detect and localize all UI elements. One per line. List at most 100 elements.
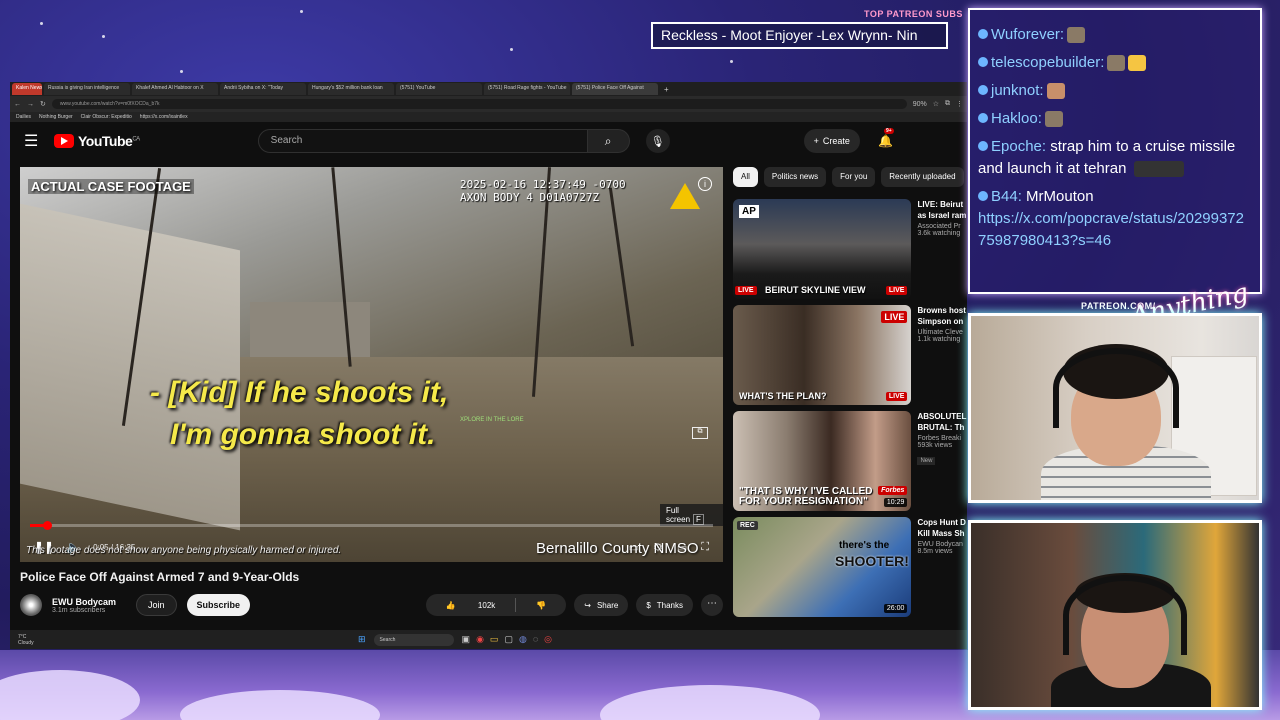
channel-name[interactable]: EWU Bodycam (52, 597, 116, 607)
chat-link[interactable]: https://x.com/popcrave/status/2029937275… (978, 208, 1252, 252)
video-channel[interactable]: Forbes Breaki (917, 435, 967, 442)
steam-icon[interactable]: ◌ (533, 634, 538, 645)
start-icon[interactable]: ⊞ (358, 634, 366, 645)
url-field[interactable]: www.youtube.com/watch?v=m0fXOCDa_b7k (51, 99, 907, 109)
chat-username: B44: (991, 188, 1022, 205)
browser-tab[interactable]: Russia is giving Iran intelligence (44, 83, 130, 95)
video-title-line[interactable]: Browns host (917, 305, 967, 316)
bookmark-item[interactable]: Nothing Burger (39, 114, 73, 120)
video-title-line[interactable]: BRUTAL: Th (917, 422, 967, 433)
emote-icon (1044, 111, 1063, 128)
file-explorer-icon[interactable]: ▭ (490, 634, 499, 645)
live-badge: LIVE (885, 286, 908, 295)
subscribe-button[interactable]: Subscribe (186, 594, 251, 616)
youtube-logo[interactable]: YouTubeCA (54, 133, 140, 149)
browser-tab[interactable]: Andrii Sybiha on X: "Today (220, 83, 306, 95)
chip-recently-uploaded[interactable]: Recently uploaded (881, 167, 964, 187)
forbes-logo: Forbes (878, 486, 908, 495)
discord-icon[interactable]: ◍ (519, 634, 527, 645)
chip-for-you[interactable]: For you (832, 167, 876, 187)
video-title-line[interactable]: Simpson on (917, 316, 967, 327)
search-button[interactable]: ⌕ (587, 129, 630, 153)
miniplayer-icon[interactable]: ⧉ (692, 427, 708, 439)
chip-politics-news[interactable]: Politics news (763, 167, 827, 187)
video-tree (608, 187, 635, 347)
recommended-video[interactable]: "THAT IS WHY I'VE CALLED FOR YOUR RESIGN… (733, 411, 967, 511)
video-title-line[interactable]: LIVE: Beirut (917, 199, 967, 210)
live-badge: LIVE (885, 392, 908, 401)
extensions-icon[interactable]: ⧉ (945, 100, 950, 108)
back-icon[interactable]: ← (14, 101, 21, 108)
dislike-button[interactable]: 👎 (516, 601, 566, 610)
create-button[interactable]: + Create (803, 129, 860, 153)
share-button[interactable]: ↪ Share (574, 594, 629, 616)
chat-username: Epoche: (991, 138, 1047, 155)
video-duration: 10:29 (883, 498, 908, 507)
video-title-line[interactable]: Kill Mass Sh (917, 528, 967, 539)
taskbar-search[interactable]: Search (373, 633, 454, 646)
chat-message: Epoche: strap him to a cruise missile an… (978, 136, 1252, 180)
video-title-line[interactable]: ABSOLUTEL (917, 411, 967, 422)
browser-tab[interactable]: (5751) Road Rage fights - YouTube (484, 83, 570, 95)
channel-avatar[interactable] (20, 594, 42, 616)
more-actions-button[interactable]: ⋯ (701, 594, 723, 616)
video-thumbnail[interactable]: REC there's the SHOOTER! 26:00 (733, 517, 912, 617)
video-player[interactable]: ACTUAL CASE FOOTAGE 2025-02-16 12:37:49 … (20, 167, 723, 562)
video-title-line[interactable]: Cops Hunt D (917, 517, 967, 528)
video-thumbnail[interactable]: "THAT IS WHY I'VE CALLED FOR YOUR RESIGN… (733, 411, 912, 511)
reload-icon[interactable]: ↻ (40, 100, 46, 108)
thanks-button[interactable]: $ Thanks (636, 594, 693, 616)
chat-badge-icon (978, 141, 988, 151)
like-button[interactable]: 👍 102k (426, 601, 516, 610)
video-title-line[interactable]: as Israel ram (917, 210, 967, 221)
browser-tab[interactable]: (5751) YouTube (396, 83, 482, 95)
fullscreen-icon[interactable]: ⛶ (701, 541, 709, 554)
browser-tab[interactable]: Kalen News (12, 83, 42, 95)
youtube-wordmark: YouTube (78, 133, 133, 149)
plus-icon: + (813, 136, 819, 146)
video-meta: Cops Hunt D Kill Mass Sh EWU Bodycan 8.5… (917, 517, 967, 617)
chat-app-icon[interactable]: ▢ (504, 634, 513, 645)
video-channel[interactable]: Associated Pr (917, 223, 967, 230)
bookmark-item[interactable]: https://x.com/ixaintlex (140, 114, 188, 120)
video-thumbnail[interactable]: LIVE WHAT'S THE PLAN? LIVE (733, 305, 912, 405)
notifications-button[interactable]: 🔔 9+ (878, 128, 894, 148)
filter-chips: All Politics news For you Recently uploa… (733, 167, 964, 187)
recommended-video[interactable]: LIVE WHAT'S THE PLAN? LIVE Browns host S… (733, 305, 967, 405)
browser-tab-active[interactable]: (5751) Police Face Off Against (572, 83, 658, 95)
ap-logo: AP (739, 205, 759, 218)
voice-search-button[interactable]: 🎙 (645, 129, 670, 153)
menu-icon[interactable]: ⋮ (956, 100, 963, 108)
forward-icon[interactable]: → (27, 101, 34, 108)
join-button[interactable]: Join (136, 594, 177, 616)
channel-row: EWU Bodycam 3.1m subscribers Join Subscr… (20, 591, 723, 619)
subscriber-count: 3.1m subscribers (52, 606, 106, 614)
video-channel[interactable]: EWU Bodycan (917, 541, 967, 548)
progress-bar[interactable] (30, 521, 713, 530)
progress-scrubber[interactable] (43, 521, 53, 530)
task-view-icon[interactable]: ▣ (462, 634, 471, 645)
recommended-video[interactable]: AP LIVE BEIRUT SKYLINE VIEW LIVE LIVE: B… (733, 199, 967, 299)
video-channel[interactable]: Ultimate Cleve (917, 329, 967, 336)
bookmark-item[interactable]: Dailies (16, 114, 31, 120)
new-tab-button[interactable]: + (660, 85, 673, 94)
search-input[interactable]: Search (257, 129, 588, 153)
weather-desc: Cloudy (18, 639, 34, 646)
bookmark-item[interactable]: Clair Obscur: Expeditio (81, 114, 132, 120)
browser-tab[interactable]: Khalef Ahmed Al Habtoor on X (132, 83, 218, 95)
browser-app-icon[interactable]: ◉ (476, 634, 484, 645)
hamburger-menu-icon[interactable]: ☰ (24, 131, 44, 151)
video-wall-far (250, 302, 370, 357)
chip-all[interactable]: All (733, 167, 758, 187)
info-icon[interactable]: i (698, 177, 712, 191)
case-footage-label: ACTUAL CASE FOOTAGE (28, 179, 194, 194)
app-icon[interactable]: ◎ (544, 634, 552, 645)
recommended-video[interactable]: REC there's the SHOOTER! 26:00 Cops Hunt… (733, 517, 967, 617)
video-subtitle: - [Kid] If he shoots it, I'm gonna shoot… (150, 372, 448, 456)
youtube-header: ☰ YouTubeCA Search ⌕ 🎙 + Create 🔔 9+ (10, 122, 967, 160)
zoom-level[interactable]: 90% (913, 101, 927, 108)
browser-tab[interactable]: Hungary's $52 million bank loan (308, 83, 394, 95)
weather-widget[interactable]: 7°C Cloudy (18, 634, 58, 646)
bookmark-star-icon[interactable]: ☆ (933, 100, 939, 108)
video-thumbnail[interactable]: AP LIVE BEIRUT SKYLINE VIEW LIVE (733, 199, 912, 299)
